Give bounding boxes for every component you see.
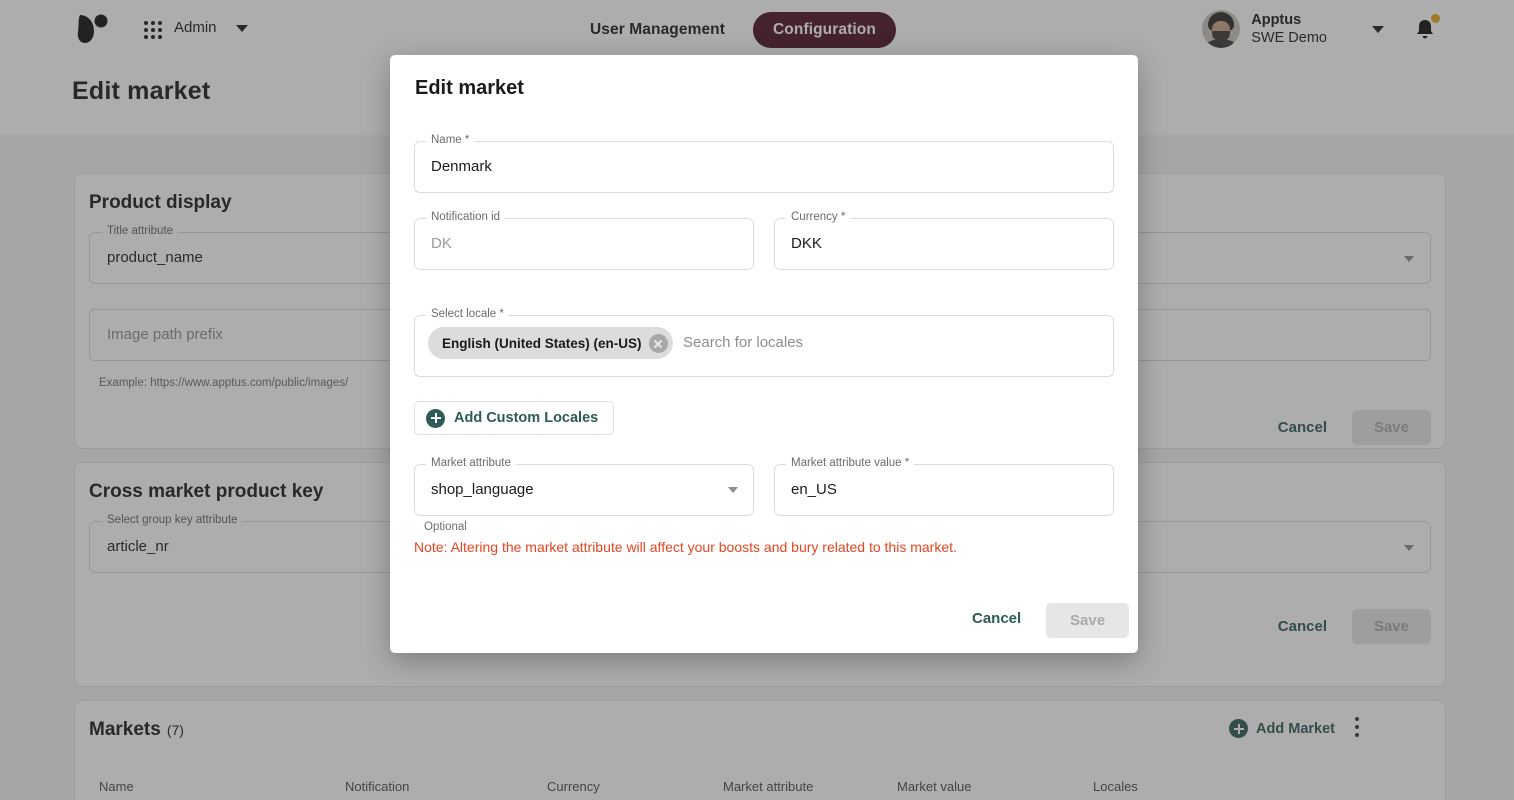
market-attribute-label: Market attribute — [426, 457, 516, 469]
currency-label: Currency * — [786, 211, 851, 223]
notification-id-placeholder: DK — [431, 235, 452, 252]
notification-id-field[interactable]: Notification id DK — [414, 211, 754, 270]
close-circle-icon[interactable] — [648, 333, 668, 353]
plus-circle-icon — [426, 408, 445, 428]
add-custom-locales-label: Add Custom Locales — [454, 410, 599, 426]
market-attribute-value: shop_language — [431, 481, 534, 498]
chevron-down-icon[interactable] — [728, 487, 738, 493]
select-locale-field[interactable]: Select locale * English (United States) … — [414, 308, 1114, 377]
notification-id-label: Notification id — [426, 211, 506, 223]
market-attribute-value-field[interactable]: Market attribute value * en_US — [774, 457, 1114, 516]
edit-market-dialog: Edit market Name * Denmark Notification … — [390, 55, 1138, 653]
locale-chip[interactable]: English (United States) (en-US) — [428, 327, 673, 359]
optional-helper-text: Optional — [424, 521, 467, 533]
market-attribute-note: Note: Altering the market attribute will… — [414, 539, 957, 555]
select-locale-label: Select locale * — [426, 308, 509, 320]
currency-field[interactable]: Currency * DKK — [774, 211, 1114, 270]
dialog-save-button[interactable]: Save — [1046, 603, 1130, 638]
currency-value: DKK — [791, 235, 822, 252]
market-attribute-value-text: en_US — [791, 481, 837, 498]
market-attribute-field[interactable]: Market attribute shop_language — [414, 457, 754, 516]
name-label: Name * — [426, 134, 475, 146]
name-value: Denmark — [431, 158, 492, 175]
dialog-title: Edit market — [415, 77, 524, 99]
market-attribute-value-label: Market attribute value * — [786, 457, 915, 469]
locale-search-placeholder[interactable]: Search for locales — [683, 334, 803, 351]
app-root: Admin User Management Configuration Appt… — [0, 0, 1514, 800]
name-field[interactable]: Name * Denmark — [414, 134, 1114, 193]
dialog-cancel-button[interactable]: Cancel — [972, 610, 1021, 627]
locale-chip-label: English (United States) (en-US) — [442, 335, 642, 351]
add-custom-locales-button[interactable]: Add Custom Locales — [414, 401, 615, 435]
